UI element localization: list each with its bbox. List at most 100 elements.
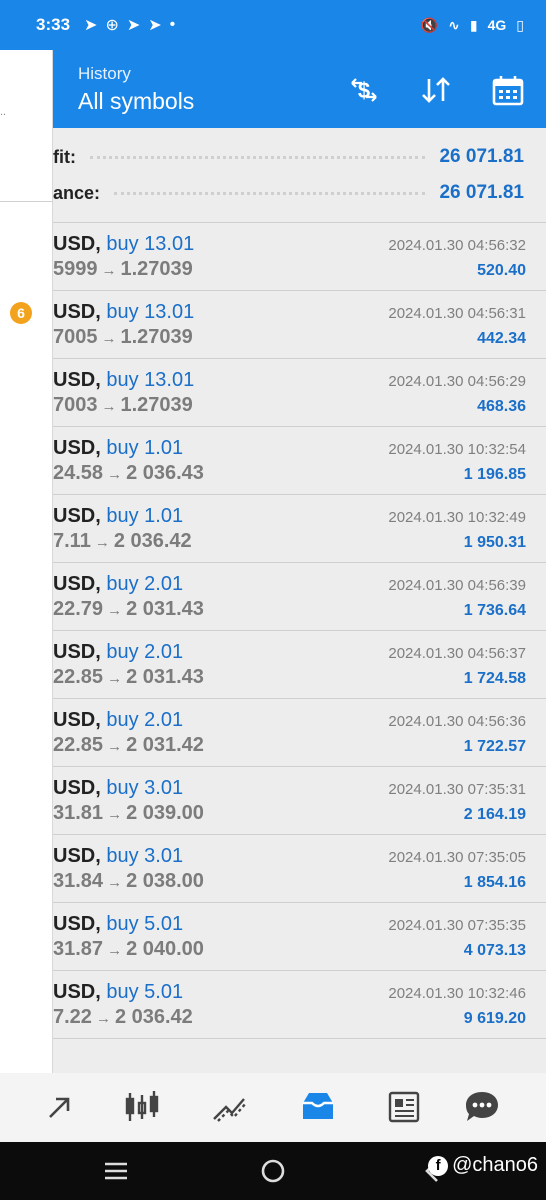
trade-row[interactable]: USD, buy 3.01 31.84 → 2 038.00 2024.01.30 07… <box>53 835 546 903</box>
app-header: History All symbols $ <box>0 50 546 128</box>
open-price: 7003 <box>53 394 98 416</box>
trade-side-volume: buy 3.01 <box>106 777 184 799</box>
trade-symbol-line: USD, buy 5.01 <box>53 981 183 1004</box>
open-price: 5999 <box>53 258 98 280</box>
nav-chart-icon[interactable] <box>120 1087 164 1127</box>
open-price: 7.11 <box>53 530 91 552</box>
close-price: 2 040.00 <box>126 938 204 960</box>
summary-value: 26 071.81 <box>439 146 524 167</box>
close-price: 2 036.42 <box>113 530 192 552</box>
trade-profit: 1 950.31 <box>463 534 526 551</box>
close-price: 1.27039 <box>120 258 193 280</box>
trade-symbol-line: USD, buy 2.01 <box>53 573 183 596</box>
trade-symbol-line: USD, buy 3.01 <box>53 845 183 868</box>
arrow-right-icon: → <box>101 262 117 279</box>
notification-badge[interactable]: 6 <box>10 302 32 324</box>
arrow-right-icon: → <box>107 602 123 619</box>
trade-profit: 468.36 <box>477 398 526 415</box>
symbol-filter-icon[interactable]: $ <box>344 72 384 108</box>
page-title[interactable]: All symbols <box>78 88 194 115</box>
battery-icon: ▯ <box>516 16 524 33</box>
trade-row[interactable]: USD, buy 13.01 5999 → 1.27039 2024.01.30 04:… <box>53 223 546 291</box>
trade-row[interactable]: USD, buy 1.01 24.58 → 2 036.43 2024.01.30 10… <box>53 427 546 495</box>
trade-prices: 7005 → 1.27039 <box>53 326 193 349</box>
drawer-text-fragment: .. <box>0 106 7 118</box>
trade-time: 2024.01.30 04:56:36 <box>388 713 526 730</box>
trade-row[interactable]: USD, buy 2.01 22.79 → 2 031.43 2024.01.30 04… <box>53 563 546 631</box>
trade-symbol-line: USD, buy 3.01 <box>53 777 183 800</box>
arrow-right-icon: → <box>101 398 117 415</box>
history-list[interactable]: fit: 26 071.81 ance: 26 071.81 USD, buy … <box>0 128 546 1073</box>
open-price: 7005 <box>53 326 98 348</box>
trade-profit: 9 619.20 <box>463 1010 526 1027</box>
system-nav-bar: f @chano6 <box>0 1142 546 1200</box>
close-price: 2 036.43 <box>126 462 204 484</box>
trade-side-volume: buy 5.01 <box>106 981 184 1003</box>
arrow-right-icon: → <box>94 534 110 551</box>
summary-label: ance: <box>53 182 101 203</box>
trade-symbol: USD, <box>53 573 101 595</box>
telegram-icon: ➤ <box>126 17 141 34</box>
trade-time: 2024.01.30 07:35:05 <box>388 849 526 866</box>
svg-text:$: $ <box>358 78 370 103</box>
summary-label: fit: <box>53 146 76 167</box>
open-price: 24.58 <box>53 462 104 484</box>
trade-symbol-line: USD, buy 5.01 <box>53 913 183 936</box>
arrow-right-icon: → <box>107 874 123 891</box>
home-icon[interactable] <box>253 1156 293 1186</box>
trade-time: 2024.01.30 04:56:29 <box>388 373 526 390</box>
trade-symbol-line: USD, buy 13.01 <box>53 369 194 392</box>
trade-row[interactable]: USD, buy 3.01 31.81 → 2 039.00 2024.01.30 07… <box>53 767 546 835</box>
trade-row[interactable]: USD, buy 13.01 7005 → 1.27039 2024.01.30 04:… <box>53 291 546 359</box>
side-drawer[interactable]: .. 6 <box>0 50 53 1142</box>
trade-symbol: USD, <box>53 709 101 731</box>
trade-row[interactable]: USD, buy 5.01 7.22 → 2 036.42 2024.01.30 10:… <box>53 971 546 1039</box>
trade-row[interactable]: USD, buy 2.01 22.85 → 2 031.42 2024.01.30 04… <box>53 699 546 767</box>
nav-history-icon[interactable] <box>296 1087 340 1127</box>
trade-side-volume: buy 1.01 <box>106 505 184 527</box>
trade-side-volume: buy 2.01 <box>106 641 184 663</box>
trade-row[interactable]: USD, buy 5.01 31.87 → 2 040.00 2024.01.30 07… <box>53 903 546 971</box>
trade-row[interactable]: USD, buy 2.01 22.85 → 2 031.43 2024.01.30 04… <box>53 631 546 699</box>
trade-time: 2024.01.30 04:56:32 <box>388 237 526 254</box>
trade-profit: 442.34 <box>477 330 526 347</box>
trade-profit: 1 724.58 <box>463 670 526 687</box>
trade-symbol-line: USD, buy 2.01 <box>53 709 183 732</box>
trade-time: 2024.01.30 04:56:39 <box>388 577 526 594</box>
trade-row[interactable]: USD, buy 13.01 7003 → 1.27039 2024.01.30 04:… <box>53 359 546 427</box>
arrow-right-icon: → <box>107 942 123 959</box>
trade-profit: 1 196.85 <box>463 466 526 483</box>
trade-time: 2024.01.30 07:35:35 <box>388 917 526 934</box>
summary-row-profit: fit: 26 071.81 <box>53 140 546 174</box>
trade-side-volume: buy 13.01 <box>106 301 195 323</box>
sort-icon[interactable] <box>416 72 456 108</box>
trade-symbol: USD, <box>53 981 101 1003</box>
trade-side-volume: buy 1.01 <box>106 437 184 459</box>
calendar-icon[interactable] <box>488 72 528 108</box>
recent-apps-icon[interactable] <box>96 1156 136 1186</box>
open-price: 22.79 <box>53 598 104 620</box>
trade-time: 2024.01.30 10:32:54 <box>388 441 526 458</box>
trade-prices: 31.84 → 2 038.00 <box>53 870 204 893</box>
telegram-icon: ➤ <box>84 17 98 34</box>
nav-chat-icon[interactable] <box>460 1087 504 1127</box>
trade-prices: 22.85 → 2 031.42 <box>53 734 204 757</box>
trade-symbol: USD, <box>53 777 101 799</box>
status-bar: 3:33 ➤ ⊕ ➤ ➤ • 🔇 ∿ ▮ 4G ▯ <box>0 0 546 50</box>
close-price: 2 036.42 <box>114 1006 193 1028</box>
trade-prices: 22.79 → 2 031.43 <box>53 598 204 621</box>
drawer-divider <box>0 201 53 202</box>
trade-side-volume: buy 2.01 <box>106 709 184 731</box>
nav-trending-icon[interactable] <box>208 1087 252 1127</box>
dotted-leader <box>114 191 426 195</box>
arrow-right-icon: → <box>107 466 123 483</box>
dotted-leader <box>89 155 426 159</box>
nav-trade-icon[interactable] <box>38 1087 82 1127</box>
trade-time: 2024.01.30 04:56:31 <box>388 305 526 322</box>
arrow-right-icon: → <box>95 1010 111 1027</box>
trade-profit: 1 722.57 <box>463 738 526 755</box>
trade-prices: 24.58 → 2 036.43 <box>53 462 204 485</box>
trade-symbol: USD, <box>53 913 101 935</box>
trade-row[interactable]: USD, buy 1.01 7.11 → 2 036.42 2024.01.30 10:… <box>53 495 546 563</box>
nav-news-icon[interactable] <box>382 1087 426 1127</box>
